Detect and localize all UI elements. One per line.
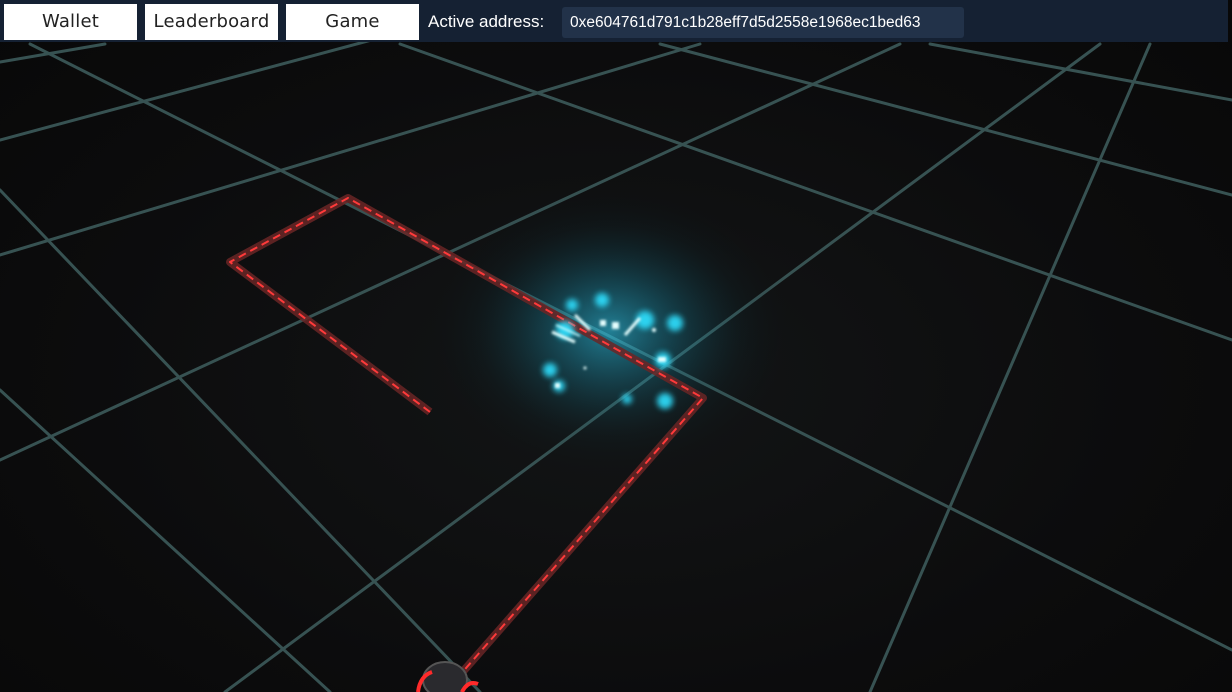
particle: [657, 393, 673, 409]
particle: [600, 320, 606, 326]
wallet-button[interactable]: Wallet: [4, 4, 137, 40]
active-address-label: Active address:: [428, 12, 545, 31]
particle: [566, 299, 578, 311]
game-app: Wallet Leaderboard Game Active address: …: [0, 0, 1232, 692]
light-cycle-body: [422, 661, 468, 692]
active-address-value: 0xe604761d791c1b28eff7d5d2558e1968ec1bed…: [570, 14, 921, 31]
grid-line: [928, 42, 1232, 102]
explosion-glow: [420, 180, 800, 480]
game-button[interactable]: Game: [286, 4, 419, 40]
active-address-field: 0xe604761d791c1b28eff7d5d2558e1968ec1bed…: [562, 7, 964, 38]
particle: [595, 293, 609, 307]
particle: [612, 322, 619, 329]
particle: [543, 363, 557, 377]
particle: [667, 315, 683, 331]
top-bar: Wallet Leaderboard Game Active address: …: [0, 0, 1228, 42]
grid-line: [868, 42, 1152, 692]
grid-line: [0, 388, 332, 692]
particle: [555, 383, 560, 388]
particle: [622, 394, 632, 404]
grid-line: [658, 42, 1232, 197]
particle: [583, 366, 587, 370]
particle: [652, 328, 656, 332]
leaderboard-button[interactable]: Leaderboard: [145, 4, 278, 40]
game-scene[interactable]: [0, 0, 1232, 692]
particle: [658, 357, 666, 362]
grid-line: [0, 42, 107, 64]
